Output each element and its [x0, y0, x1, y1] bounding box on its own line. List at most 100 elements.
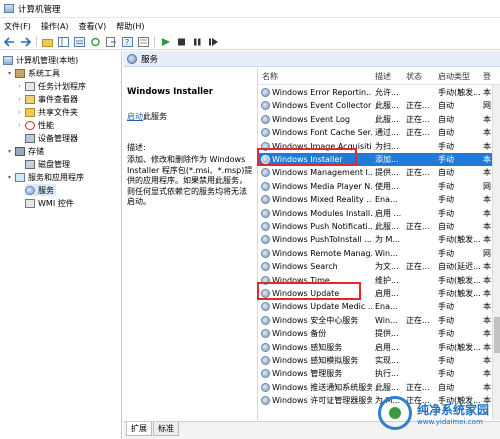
- menu-file[interactable]: 文件(F): [4, 21, 31, 32]
- table-row[interactable]: Windows 感知模拟服务 实现... 手动本: [258, 354, 500, 367]
- highlight-box-windows-installer: [257, 148, 357, 166]
- service-name-cell: Windows 推送通知系统服务: [272, 382, 372, 392]
- tree-item-shared-folders[interactable]: › 共享文件夹: [16, 106, 78, 118]
- service-gear-icon: [261, 168, 270, 178]
- table-row[interactable]: Windows Modules Install... 启用 ... 手动本: [258, 207, 500, 220]
- tree-item-root[interactable]: 计算机管理(本地): [3, 54, 78, 66]
- properties-icon[interactable]: [137, 36, 149, 47]
- expand-arrow-icon[interactable]: ›: [16, 109, 23, 116]
- column-header-startup-type[interactable]: 启动类型: [438, 71, 470, 82]
- collapse-arrow-icon[interactable]: ▾: [6, 174, 13, 181]
- service-description-cell: 使用...: [375, 181, 399, 191]
- service-description-cell: 启用...: [375, 342, 399, 352]
- table-row[interactable]: Windows Push Notificati... 此服... 正在... 自动本: [258, 220, 500, 233]
- table-row[interactable]: Windows 安全中心服务 Win... 正在... 手动本: [258, 314, 500, 327]
- table-row[interactable]: Windows Font Cache Ser... 通过... 正在... 自动本: [258, 126, 500, 139]
- table-row[interactable]: Windows Event Collector 此服... 正在... 自动网: [258, 99, 500, 112]
- tab-standard[interactable]: 标准: [153, 422, 179, 436]
- restart-icon[interactable]: [207, 36, 219, 47]
- tree-item-performance[interactable]: › 性能: [16, 119, 54, 131]
- tree-item-event-viewer[interactable]: › 事件查看器: [16, 93, 78, 105]
- table-row[interactable]: Windows 管理服务 执行... 手动本: [258, 367, 500, 380]
- tree-item-label: 事件查看器: [38, 94, 78, 104]
- tree-item-services-apps[interactable]: ▾ 服务和应用程序: [6, 171, 84, 183]
- forward-arrow-icon[interactable]: [19, 36, 31, 47]
- service-name-cell: Windows Media Player N...: [272, 181, 372, 191]
- table-row[interactable]: Windows Media Player N... 使用... 手动网: [258, 180, 500, 193]
- table-row[interactable]: Windows 备份 提供... 手动本: [258, 327, 500, 340]
- service-description-cell: 执行...: [375, 369, 399, 379]
- table-row[interactable]: Windows Mixed Reality ... Ena... 手动本: [258, 193, 500, 206]
- list-view-icon[interactable]: [73, 36, 85, 47]
- service-status-cell: 正在...: [406, 222, 430, 231]
- tree-item-wmi[interactable]: WMI 控件: [25, 197, 74, 209]
- service-name-cell: Windows 安全中心服务: [272, 315, 359, 325]
- stop-icon[interactable]: [175, 36, 187, 47]
- table-row[interactable]: Windows Management I... 提供... 正在... 自动本: [258, 166, 500, 179]
- service-description-cell: 为 M...: [375, 235, 401, 245]
- service-name-cell: Windows 感知模拟服务: [272, 356, 359, 365]
- tab-extended[interactable]: 扩展: [126, 422, 152, 436]
- vertical-scrollbar[interactable]: [492, 85, 500, 420]
- service-description-cell: Win...: [375, 315, 398, 325]
- service-gear-icon: [261, 114, 270, 124]
- tree-item-disk-management[interactable]: 磁盘管理: [25, 158, 70, 170]
- refresh-icon[interactable]: [89, 36, 101, 47]
- clock-icon: [25, 81, 35, 91]
- service-status-cell: 正在...: [406, 114, 430, 124]
- service-description-cell: 提供...: [375, 329, 399, 339]
- service-name-cell: Windows Management I...: [272, 168, 372, 178]
- tree-item-device-manager[interactable]: 设备管理器: [25, 132, 78, 144]
- back-arrow-icon[interactable]: [3, 36, 15, 47]
- expand-arrow-icon[interactable]: ›: [16, 83, 23, 90]
- export-icon[interactable]: [105, 36, 117, 47]
- up-folder-icon[interactable]: [41, 36, 53, 47]
- service-startup-cell: 手动: [438, 181, 454, 191]
- menu-help[interactable]: 帮助(H): [116, 21, 144, 32]
- show-tree-icon[interactable]: [57, 36, 69, 47]
- column-header-description[interactable]: 描述: [375, 71, 391, 82]
- service-startup-cell: 自动: [438, 101, 454, 111]
- service-action-row: 启动此服务: [127, 111, 167, 122]
- collapse-arrow-icon[interactable]: ▾: [6, 148, 13, 155]
- shared-folder-icon: [25, 107, 35, 117]
- service-description-cell: 添加...: [375, 155, 399, 164]
- play-icon[interactable]: [159, 36, 171, 47]
- menu-view[interactable]: 查看(V): [79, 21, 107, 32]
- table-row[interactable]: Windows Event Log 此服... 正在... 自动本: [258, 113, 500, 126]
- menu-action[interactable]: 操作(A): [41, 21, 69, 32]
- tree-item-services[interactable]: 服务: [25, 184, 56, 196]
- wmi-icon: [25, 198, 35, 208]
- menu-bar: 文件(F) 操作(A) 查看(V) 帮助(H): [0, 18, 500, 34]
- service-startup-cell: 手动: [438, 356, 454, 365]
- expand-arrow-icon[interactable]: ›: [16, 122, 23, 129]
- table-row[interactable]: Windows PushToInstall ... 为 M... 手动(触发... 本: [258, 233, 500, 246]
- table-row[interactable]: Windows Remote Manag... Win... 手动网: [258, 247, 500, 260]
- service-description-cell: 启用...: [375, 289, 399, 298]
- column-header-name[interactable]: 名称: [262, 71, 278, 82]
- service-name-cell: Windows Modules Install...: [272, 208, 372, 218]
- column-header-logon[interactable]: 登: [483, 71, 491, 82]
- table-row[interactable]: Windows Update Medic ... Ena... 手动本: [258, 300, 500, 313]
- expand-arrow-icon[interactable]: ›: [16, 96, 23, 103]
- collapse-arrow-icon[interactable]: ▾: [6, 70, 13, 77]
- tree-item-label: 服务: [38, 185, 54, 195]
- action-suffix: 此服务: [143, 112, 167, 121]
- help-icon[interactable]: ?: [121, 36, 133, 47]
- tree-item-storage[interactable]: ▾ 存储: [6, 145, 44, 157]
- tree-item-label: 性能: [38, 120, 54, 130]
- scrollbar-thumb[interactable]: [494, 317, 500, 353]
- tree-item-label: 共享文件夹: [38, 107, 78, 117]
- pause-icon[interactable]: [191, 36, 203, 47]
- column-header-status[interactable]: 状态: [406, 71, 422, 82]
- service-gear-icon: [261, 222, 270, 231]
- service-gear-icon: [261, 315, 270, 325]
- table-row[interactable]: Windows 感知服务 启用... 手动(触发... 本: [258, 341, 500, 354]
- table-row[interactable]: Windows Error Reportin... 允许... 手动(触发... 本: [258, 86, 500, 99]
- start-service-link[interactable]: 启动: [127, 112, 143, 121]
- table-row[interactable]: Windows Search 为文... 正在... 自动(延迟... 本: [258, 260, 500, 273]
- tree-item-system-tools[interactable]: ▾ 系统工具: [6, 67, 60, 79]
- tree-item-task-scheduler[interactable]: › 任务计划程序: [16, 80, 86, 92]
- window-title: 计算机管理: [18, 4, 61, 15]
- service-startup-cell: 手动: [438, 248, 454, 258]
